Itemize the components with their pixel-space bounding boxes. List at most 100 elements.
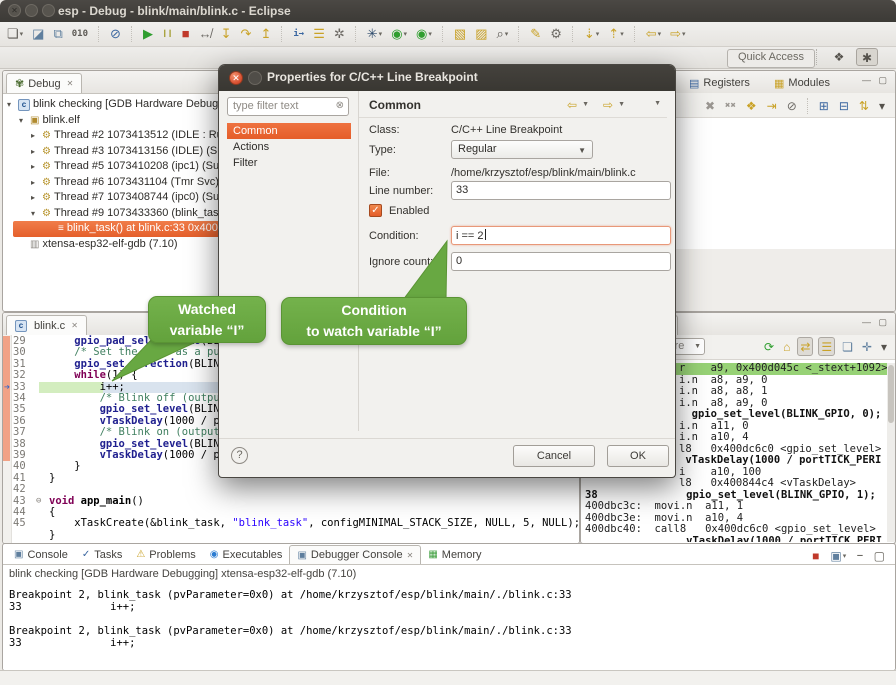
minimize-panel-icon[interactable]: —	[862, 75, 871, 85]
disconnect-button[interactable]: ↮	[198, 25, 213, 43]
close-icon[interactable]: ✕	[71, 321, 78, 330]
disassembly-line[interactable]: 400dbc3c: movi.n a11, 1	[581, 501, 887, 513]
console-output[interactable]: blink checking [GDB Hardware Debugging] …	[3, 564, 895, 670]
clear-filter-icon[interactable]: ⊗	[336, 100, 344, 111]
view-menu-icon[interactable]: ▼	[654, 100, 661, 107]
refresh-view-button[interactable]: ⟳	[762, 337, 776, 356]
tree-expand-icon[interactable]: ▸	[31, 128, 42, 144]
tab-debugger-console[interactable]: ▣Debugger Console✕	[289, 545, 421, 564]
back-arrow-icon[interactable]: ⇦	[567, 98, 577, 112]
tree-item[interactable]: ▥xtensa-esp32-elf-gdb (7.10)	[3, 237, 229, 253]
sync-with-stack-frame-button[interactable]: ⇄	[797, 337, 813, 356]
tree-item[interactable]: ▸⚙Thread #7 1073408744 (ipc0) (Susp	[3, 190, 229, 206]
tree-expand-icon[interactable]: ▸	[31, 175, 42, 191]
resume-button[interactable]: ▶	[142, 25, 154, 43]
new-c-project-button[interactable]: ▧	[453, 25, 467, 43]
new-wizard-button[interactable]: ❏▾	[6, 25, 24, 43]
minimize-panel-button[interactable]: —	[855, 546, 864, 565]
tab-blink-c[interactable]: c blink.c ✕	[6, 315, 87, 335]
tab-console[interactable]: ▣Console	[7, 545, 75, 564]
close-icon[interactable]: ✕	[67, 79, 74, 88]
chevron-down-icon[interactable]: ▼	[618, 101, 625, 108]
tree-item[interactable]: ▾⚙Thread #9 1073433360 (blink_task	[3, 206, 229, 222]
save-button[interactable]: ◪	[31, 25, 45, 43]
step-over-button[interactable]: ↷	[240, 25, 253, 43]
tree-item[interactable]: ▸⚙Thread #5 1073410208 (ipc1) (Susp	[3, 159, 229, 175]
disassembly-line[interactable]: vTaskDelay(1000 / portTICK_PERI	[581, 536, 887, 543]
ignore-count-input[interactable]: 0	[451, 252, 671, 271]
open-element-button[interactable]: ▨	[474, 25, 488, 43]
maximize-panel-icon[interactable]: ▢	[878, 317, 887, 328]
dialog-nav-common[interactable]: Common	[227, 123, 351, 139]
view-menu-button[interactable]: ▾	[879, 337, 889, 356]
tree-expand-icon[interactable]: ▸	[31, 159, 42, 175]
skip-all-breakpoints-button[interactable]: ⊘	[109, 25, 122, 43]
tree-expand-icon[interactable]: ▸	[31, 190, 42, 206]
build-all-button[interactable]: ⚙	[549, 25, 563, 43]
tab-tasks[interactable]: ✓Tasks	[75, 545, 130, 564]
line-number-input[interactable]: 33	[451, 181, 671, 200]
breakpoint-instruction-pointer-icon[interactable]: ➔	[4, 382, 10, 393]
window-maximize-button[interactable]	[42, 4, 55, 17]
goto-address-button[interactable]: ⇥	[765, 96, 779, 115]
window-minimize-button[interactable]	[25, 4, 38, 17]
disassembly-line[interactable]: 400dbc40: call8 0x400dc6c0 <gpio_set_lev…	[581, 524, 887, 536]
disassembly-line[interactable]: l8 0x400844c4 <vTaskDelay>	[581, 478, 887, 490]
tab-memory[interactable]: ▦Memory	[421, 545, 488, 564]
terminate-button[interactable]: ■	[181, 25, 191, 43]
back-button[interactable]: ⇦▾	[645, 25, 662, 43]
remove-all-button[interactable]: ✖✖	[723, 96, 738, 115]
disassembly-scrollbar[interactable]	[887, 363, 895, 542]
run-button[interactable]: ◉▾	[390, 25, 408, 43]
add-register-group-button[interactable]: ❖	[744, 96, 759, 115]
tab-modules[interactable]: ▦ Modules	[766, 73, 838, 93]
debug-stack-frame-selected[interactable]: ≡blink_task() at blink.c:33 0x400db	[13, 221, 229, 237]
tree-item[interactable]: ▾cblink checking [GDB Hardware Debug	[3, 97, 229, 113]
expand-all-button[interactable]: ⊞	[817, 96, 831, 115]
previous-annotation-button[interactable]: ⇡▾	[607, 25, 624, 43]
dialog-nav-filter[interactable]: Filter	[227, 155, 351, 171]
tree-expand-icon[interactable]: ▾	[31, 206, 42, 222]
mark-occurrences-button[interactable]: ✎	[529, 25, 542, 43]
open-perspective-button[interactable]: ❖	[828, 48, 850, 66]
filter-input[interactable]: type filter text ⊗	[227, 97, 349, 116]
debug-button[interactable]: ✳▾	[366, 25, 383, 43]
maximize-panel-button[interactable]: ▢	[872, 546, 887, 565]
tree-item[interactable]: ▸⚙Thread #2 1073413512 (IDLE : Runn	[3, 128, 229, 144]
code-line[interactable]: 43⊖void app_main()	[3, 496, 579, 507]
tree-item[interactable]: ▸⚙Thread #6 1073431104 (Tmr Svc) (S	[3, 175, 229, 191]
tab-debug[interactable]: ✾ Debug ✕	[6, 73, 82, 93]
dialog-nav-actions[interactable]: Actions	[227, 139, 351, 155]
window-close-button[interactable]: ✕	[8, 4, 21, 17]
instruction-stepping-button[interactable]: i→	[292, 25, 305, 43]
view-menu-button[interactable]: ▾	[877, 96, 887, 115]
debug-perspective-button[interactable]: ✱	[856, 48, 878, 66]
external-tools-button[interactable]: ◉▾	[415, 25, 433, 43]
home-button[interactable]: ⌂	[781, 337, 792, 356]
tree-item[interactable]: ▸⚙Thread #3 1073413156 (IDLE) (Susp	[3, 144, 229, 160]
step-into-button[interactable]: ↧	[220, 25, 233, 43]
type-dropdown[interactable]: Regular ▼	[451, 140, 593, 159]
enabled-checkbox[interactable]: ✓	[369, 204, 382, 217]
forward-arrow-icon[interactable]: ⇨	[603, 98, 613, 112]
tree-expand-icon[interactable]: ▸	[31, 144, 42, 160]
quick-access-button[interactable]: Quick Access	[727, 49, 815, 68]
chevron-down-icon[interactable]: ▼	[694, 343, 701, 350]
suspend-button[interactable]: ❙❙	[161, 25, 174, 43]
terminate-console-button[interactable]: ■	[810, 546, 821, 565]
show-source-button[interactable]: ☰	[818, 337, 835, 356]
tab-problems[interactable]: ⚠Problems	[129, 545, 202, 564]
chevron-down-icon[interactable]: ▼	[582, 101, 589, 108]
forward-button[interactable]: ⇨▾	[669, 25, 686, 43]
save-all-button[interactable]: ⧉	[52, 25, 63, 43]
fold-collapse-icon[interactable]: ⊖	[36, 496, 41, 507]
help-button[interactable]: ?	[231, 447, 248, 464]
pin-view-button[interactable]: ✛	[860, 337, 874, 356]
deselect-button[interactable]: ⊘	[785, 96, 799, 115]
tab-registers[interactable]: ▤ Registers	[681, 73, 758, 93]
display-selected-console-button[interactable]: ▣▾	[828, 546, 848, 565]
tree-item[interactable]: ▾▣blink.elf	[3, 113, 229, 129]
show-debug-console-button[interactable]: ☰	[312, 25, 326, 43]
dialog-maximize-button[interactable]	[248, 71, 262, 85]
next-annotation-button[interactable]: ⇣▾	[583, 25, 600, 43]
